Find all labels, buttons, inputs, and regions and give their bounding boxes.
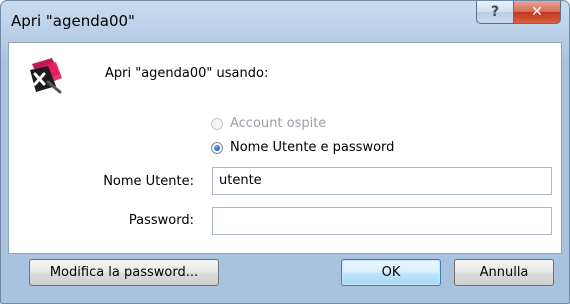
password-label: Password:	[128, 213, 194, 228]
radio-label-username-password: Nome Utente e password	[230, 140, 395, 155]
ok-label: OK	[381, 265, 401, 280]
window-title: Apri "agenda00"	[11, 12, 135, 30]
open-prompt: Apri "agenda00" usando:	[105, 66, 269, 81]
radio-label-guest: Account ospite	[230, 116, 327, 131]
ok-button[interactable]: OK	[341, 259, 441, 286]
caption-buttons: ? ✕	[476, 1, 561, 24]
dialog-body: Apri "agenda00" usando: Account ospite N…	[8, 42, 562, 254]
close-button[interactable]: ✕	[514, 1, 561, 24]
radio-button-username-password[interactable]	[211, 141, 223, 154]
radio-guest-account[interactable]: Account ospite	[211, 116, 326, 131]
title-bar[interactable]: Apri "agenda00" ? ✕	[1, 1, 569, 43]
change-password-button[interactable]: Modifica la password...	[29, 259, 219, 286]
filemaker-app-icon	[30, 58, 62, 94]
help-icon: ?	[490, 4, 500, 20]
cancel-button[interactable]: Annulla	[454, 259, 554, 286]
help-button[interactable]: ?	[476, 1, 514, 24]
username-input[interactable]: utente	[212, 167, 552, 195]
radio-username-password[interactable]: Nome Utente e password	[211, 140, 394, 155]
login-dialog: Apri "agenda00" ? ✕ Apri "agenda00" usan…	[0, 0, 570, 304]
radio-button-guest[interactable]	[211, 117, 223, 130]
close-icon: ✕	[531, 4, 543, 20]
cancel-label: Annulla	[479, 265, 529, 280]
change-password-label: Modifica la password...	[49, 265, 199, 280]
username-label: Nome Utente:	[103, 174, 194, 189]
password-input[interactable]	[212, 207, 552, 235]
radio-selected-dot	[214, 144, 220, 151]
